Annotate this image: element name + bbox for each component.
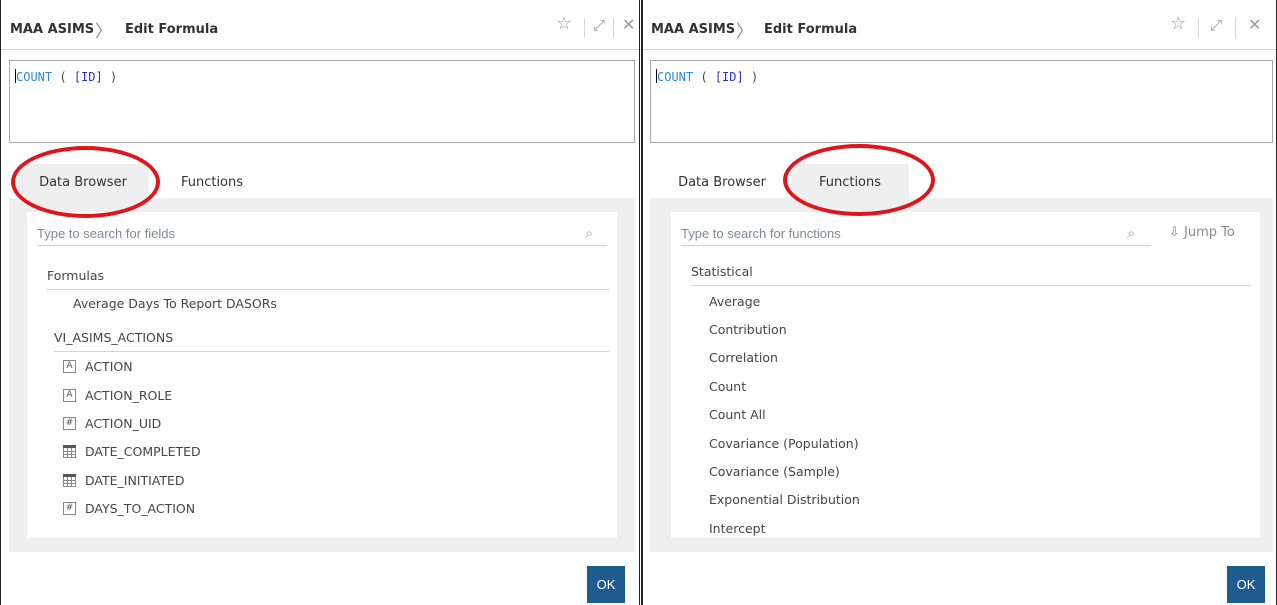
formula-function-token: COUNT bbox=[16, 70, 53, 84]
ok-button[interactable]: OK bbox=[587, 566, 625, 603]
page-title: Edit Formula bbox=[125, 22, 219, 37]
formula-item[interactable]: Average Days To Report DASORs bbox=[73, 296, 277, 311]
ok-button[interactable]: OK bbox=[1227, 566, 1265, 603]
divider bbox=[584, 18, 585, 38]
function-item[interactable]: Correlation bbox=[709, 350, 778, 365]
expand-icon[interactable]: ⤢ bbox=[593, 16, 605, 34]
field-label: DATE_INITIATED bbox=[85, 473, 185, 488]
function-search-input[interactable] bbox=[681, 222, 1151, 246]
formula-function-token: COUNT bbox=[657, 70, 694, 84]
close-icon[interactable]: ✕ bbox=[622, 15, 635, 34]
formula-field-token: [ID] bbox=[73, 70, 103, 84]
field-label: DATE_COMPLETED bbox=[85, 444, 201, 459]
breadcrumb-app[interactable]: MAA ASIMS bbox=[651, 22, 735, 37]
group-header-table[interactable]: VI_ASIMS_ACTIONS bbox=[54, 330, 609, 352]
category-statistical[interactable]: Statistical bbox=[691, 264, 1251, 286]
page-title: Edit Formula bbox=[764, 22, 858, 37]
field-item-days-to-action[interactable]: # DAYS_TO_ACTION bbox=[63, 499, 363, 519]
search-icon[interactable]: ⌕ bbox=[585, 224, 593, 242]
field-label: DAYS_TO_ACTION bbox=[85, 501, 196, 516]
title-bar: MAA ASIMS 〉 Edit Formula ☆ ⤢ ✕ bbox=[643, 0, 1276, 50]
data-browser-card: ⌕ Formulas Average Days To Report DASORs… bbox=[27, 212, 617, 538]
divider bbox=[1198, 18, 1199, 38]
function-item[interactable]: Contribution bbox=[709, 322, 787, 337]
edit-formula-panel-functions: MAA ASIMS 〉 Edit Formula ☆ ⤢ ✕ COUNT ( [… bbox=[641, 0, 1277, 605]
formula-close-paren: ) bbox=[743, 70, 759, 84]
number-type-icon: # bbox=[63, 417, 76, 430]
jump-to-label: Jump To bbox=[1184, 225, 1235, 240]
text-type-icon: A bbox=[63, 389, 76, 402]
formula-field-token: [ID] bbox=[714, 70, 744, 84]
favorite-star-icon[interactable]: ☆ bbox=[1170, 13, 1186, 34]
field-label: ACTION_UID bbox=[85, 416, 162, 431]
number-type-icon: # bbox=[63, 502, 76, 515]
field-item-action-uid[interactable]: # ACTION_UID bbox=[63, 414, 363, 434]
date-type-icon bbox=[63, 474, 76, 487]
field-label: ACTION_ROLE bbox=[85, 388, 173, 403]
field-item-date-completed[interactable]: DATE_COMPLETED bbox=[63, 442, 363, 462]
function-item[interactable]: Count bbox=[709, 379, 746, 394]
divider bbox=[1235, 18, 1236, 38]
tab-functions[interactable]: Functions bbox=[791, 164, 909, 201]
field-label: ACTION bbox=[85, 359, 133, 374]
edit-formula-panel-data-browser: MAA ASIMS 〉 Edit Formula ☆ ⤢ ✕ COUNT ( [… bbox=[0, 0, 640, 605]
functions-card: ⌕ ⇩ Jump To Statistical Average Contribu… bbox=[671, 212, 1260, 538]
breadcrumb-separator-icon: 〉 bbox=[736, 22, 753, 42]
close-icon[interactable]: ✕ bbox=[1248, 15, 1261, 34]
field-item-action[interactable]: A ACTION bbox=[63, 357, 363, 377]
date-type-icon bbox=[63, 445, 76, 458]
jump-down-icon: ⇩ bbox=[1169, 225, 1180, 240]
text-type-icon: A bbox=[63, 360, 76, 373]
field-search-input[interactable] bbox=[37, 222, 607, 246]
function-item[interactable]: Count All bbox=[709, 407, 766, 422]
formula-open-paren: ( bbox=[52, 70, 74, 84]
expand-icon[interactable]: ⤢ bbox=[1210, 16, 1222, 34]
tab-functions[interactable]: Functions bbox=[153, 164, 271, 201]
field-item-action-role[interactable]: A ACTION_ROLE bbox=[63, 386, 363, 406]
breadcrumb-app[interactable]: MAA ASIMS bbox=[10, 22, 94, 37]
function-item[interactable]: Intercept bbox=[709, 521, 765, 536]
function-item[interactable]: Average bbox=[709, 294, 760, 309]
breadcrumb-separator-icon: 〉 bbox=[95, 22, 112, 42]
search-icon[interactable]: ⌕ bbox=[1127, 224, 1135, 242]
formula-editor[interactable]: COUNT ( [ID] ) bbox=[9, 60, 635, 143]
jump-to-button[interactable]: ⇩ Jump To bbox=[1169, 225, 1235, 240]
formula-close-paren: ) bbox=[102, 70, 118, 84]
tab-data-browser[interactable]: Data Browser bbox=[18, 164, 148, 201]
function-item[interactable]: Covariance (Population) bbox=[709, 436, 859, 451]
function-item[interactable]: Exponential Distribution bbox=[709, 492, 860, 507]
title-bar: MAA ASIMS 〉 Edit Formula ☆ ⤢ ✕ bbox=[1, 0, 639, 50]
group-header-formulas[interactable]: Formulas bbox=[47, 268, 609, 290]
favorite-star-icon[interactable]: ☆ bbox=[556, 13, 572, 34]
formula-open-paren: ( bbox=[693, 70, 715, 84]
field-item-date-initiated[interactable]: DATE_INITIATED bbox=[63, 471, 363, 491]
divider bbox=[613, 18, 614, 38]
tab-data-browser[interactable]: Data Browser bbox=[667, 164, 777, 201]
function-item[interactable]: Covariance (Sample) bbox=[709, 464, 840, 479]
formula-editor[interactable]: COUNT ( [ID] ) bbox=[650, 60, 1273, 143]
